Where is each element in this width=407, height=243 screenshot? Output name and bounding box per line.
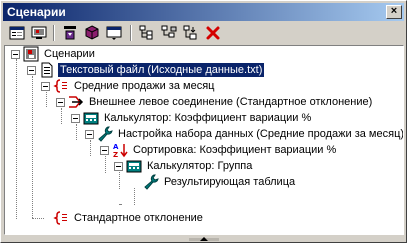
sort-icon: A Z — [113, 143, 128, 158]
collapse-toggle[interactable] — [56, 97, 65, 107]
tree-connector — [32, 76, 33, 218]
join-icon — [69, 96, 84, 108]
tree-connector — [119, 172, 120, 189]
node-label: Текстовый файл (Исходные данные.txt) — [56, 62, 266, 78]
grip-arrow-icon — [189, 237, 219, 241]
tree-connector — [32, 218, 44, 219]
wrench-icon — [144, 174, 159, 190]
tree-node-calc-variation[interactable]: Калькулятор: Коэффициент вариации % — [71, 110, 313, 126]
node-label: Внешнее левое соединение (Стандартное от… — [89, 96, 373, 108]
node-label: Средние продажи за месяц — [74, 80, 215, 92]
calculator-icon — [126, 160, 142, 173]
tree-connector — [119, 204, 121, 205]
bracket-icon — [53, 79, 67, 93]
title-bar[interactable]: Сценарии × — [3, 3, 404, 21]
window-icon — [106, 26, 122, 40]
collapse-toggle[interactable] — [27, 65, 36, 75]
bracket-icon — [53, 211, 67, 225]
node-label: Калькулятор: Группа — [147, 160, 253, 172]
node-label: Сортировка: Коэффициент вариации % — [133, 144, 337, 156]
tree-collapse-button[interactable] — [158, 23, 180, 43]
cube-button[interactable] — [81, 23, 103, 43]
tree-node-left-join[interactable]: Внешнее левое соединение (Стандартное от… — [56, 94, 374, 110]
scenario-tree[interactable]: Сценарии Текстовый файл (Исходные данные… — [4, 45, 404, 235]
tree-add-button[interactable] — [180, 23, 202, 43]
tree-expand-icon — [139, 25, 153, 40]
tree-node-calc-group[interactable]: Калькулятор: Группа — [114, 158, 254, 174]
node-label: Стандартное отклонение — [74, 212, 203, 224]
collapse-toggle[interactable] — [71, 113, 80, 123]
tree-connector — [46, 92, 47, 107]
tree-connector — [76, 124, 77, 140]
tree-node-text-file[interactable]: Текстовый файл (Исходные данные.txt) — [27, 62, 266, 78]
window-title: Сценарии — [7, 5, 66, 19]
wrench-icon — [98, 126, 113, 142]
tree-connector — [134, 188, 135, 205]
text-file-icon — [41, 62, 53, 78]
move-down-icon — [64, 26, 76, 40]
node-label: Сценарии — [44, 48, 95, 60]
svg-text:Z: Z — [113, 151, 118, 158]
tree-node-std-dev[interactable]: Стандартное отклонение — [53, 210, 205, 226]
tree-add-icon — [183, 25, 197, 40]
collapse-toggle[interactable] — [85, 129, 94, 139]
collapse-toggle[interactable] — [100, 145, 109, 155]
calculator-icon — [83, 112, 99, 125]
tree-connector — [16, 59, 17, 219]
tree-node-sort[interactable]: A Z Сортировка: Коэффициент вариации % — [100, 142, 338, 158]
tree-connector — [61, 108, 62, 124]
node-label: Настройка набора данных (Средние продажи… — [118, 128, 404, 140]
close-button[interactable]: × — [386, 5, 402, 19]
tree-expand-button[interactable] — [136, 23, 158, 43]
toolbar — [4, 23, 404, 45]
scenarios-window: Сценарии × Сценарии Текстовый файл (Исхо… — [0, 0, 407, 243]
scenarios-icon — [23, 46, 39, 62]
delete-icon — [206, 26, 220, 40]
properties-icon — [9, 26, 25, 40]
tree-collapse-icon — [161, 25, 177, 38]
resize-grip[interactable] — [187, 236, 221, 242]
collapse-toggle[interactable] — [11, 49, 20, 59]
svg-text:A: A — [113, 143, 119, 151]
cube-icon — [85, 25, 99, 40]
tree-node-scenarios[interactable]: Сценарии — [11, 46, 97, 62]
node-label: Результирующая таблица — [164, 176, 296, 188]
move-down-button[interactable] — [59, 23, 81, 43]
monitor-icon — [31, 26, 47, 39]
node-label: Калькулятор: Коэффициент вариации % — [104, 112, 312, 124]
properties-button[interactable] — [6, 23, 28, 43]
tree-node-result-table[interactable]: Результирующая таблица — [143, 174, 297, 190]
toolbar-separator — [130, 25, 132, 41]
delete-button[interactable] — [202, 23, 224, 43]
tree-node-avg-sales[interactable]: Средние продажи за месяц — [41, 78, 216, 94]
tree-connector — [105, 156, 106, 173]
toolbar-separator — [53, 25, 55, 41]
tree-connector — [90, 140, 91, 156]
display-button[interactable] — [28, 23, 50, 43]
collapse-toggle[interactable] — [41, 81, 50, 91]
collapse-toggle[interactable] — [114, 161, 123, 171]
tree-node-dataset-setup[interactable]: Настройка набора данных (Средние продажи… — [85, 126, 404, 142]
window-button[interactable] — [103, 23, 125, 43]
